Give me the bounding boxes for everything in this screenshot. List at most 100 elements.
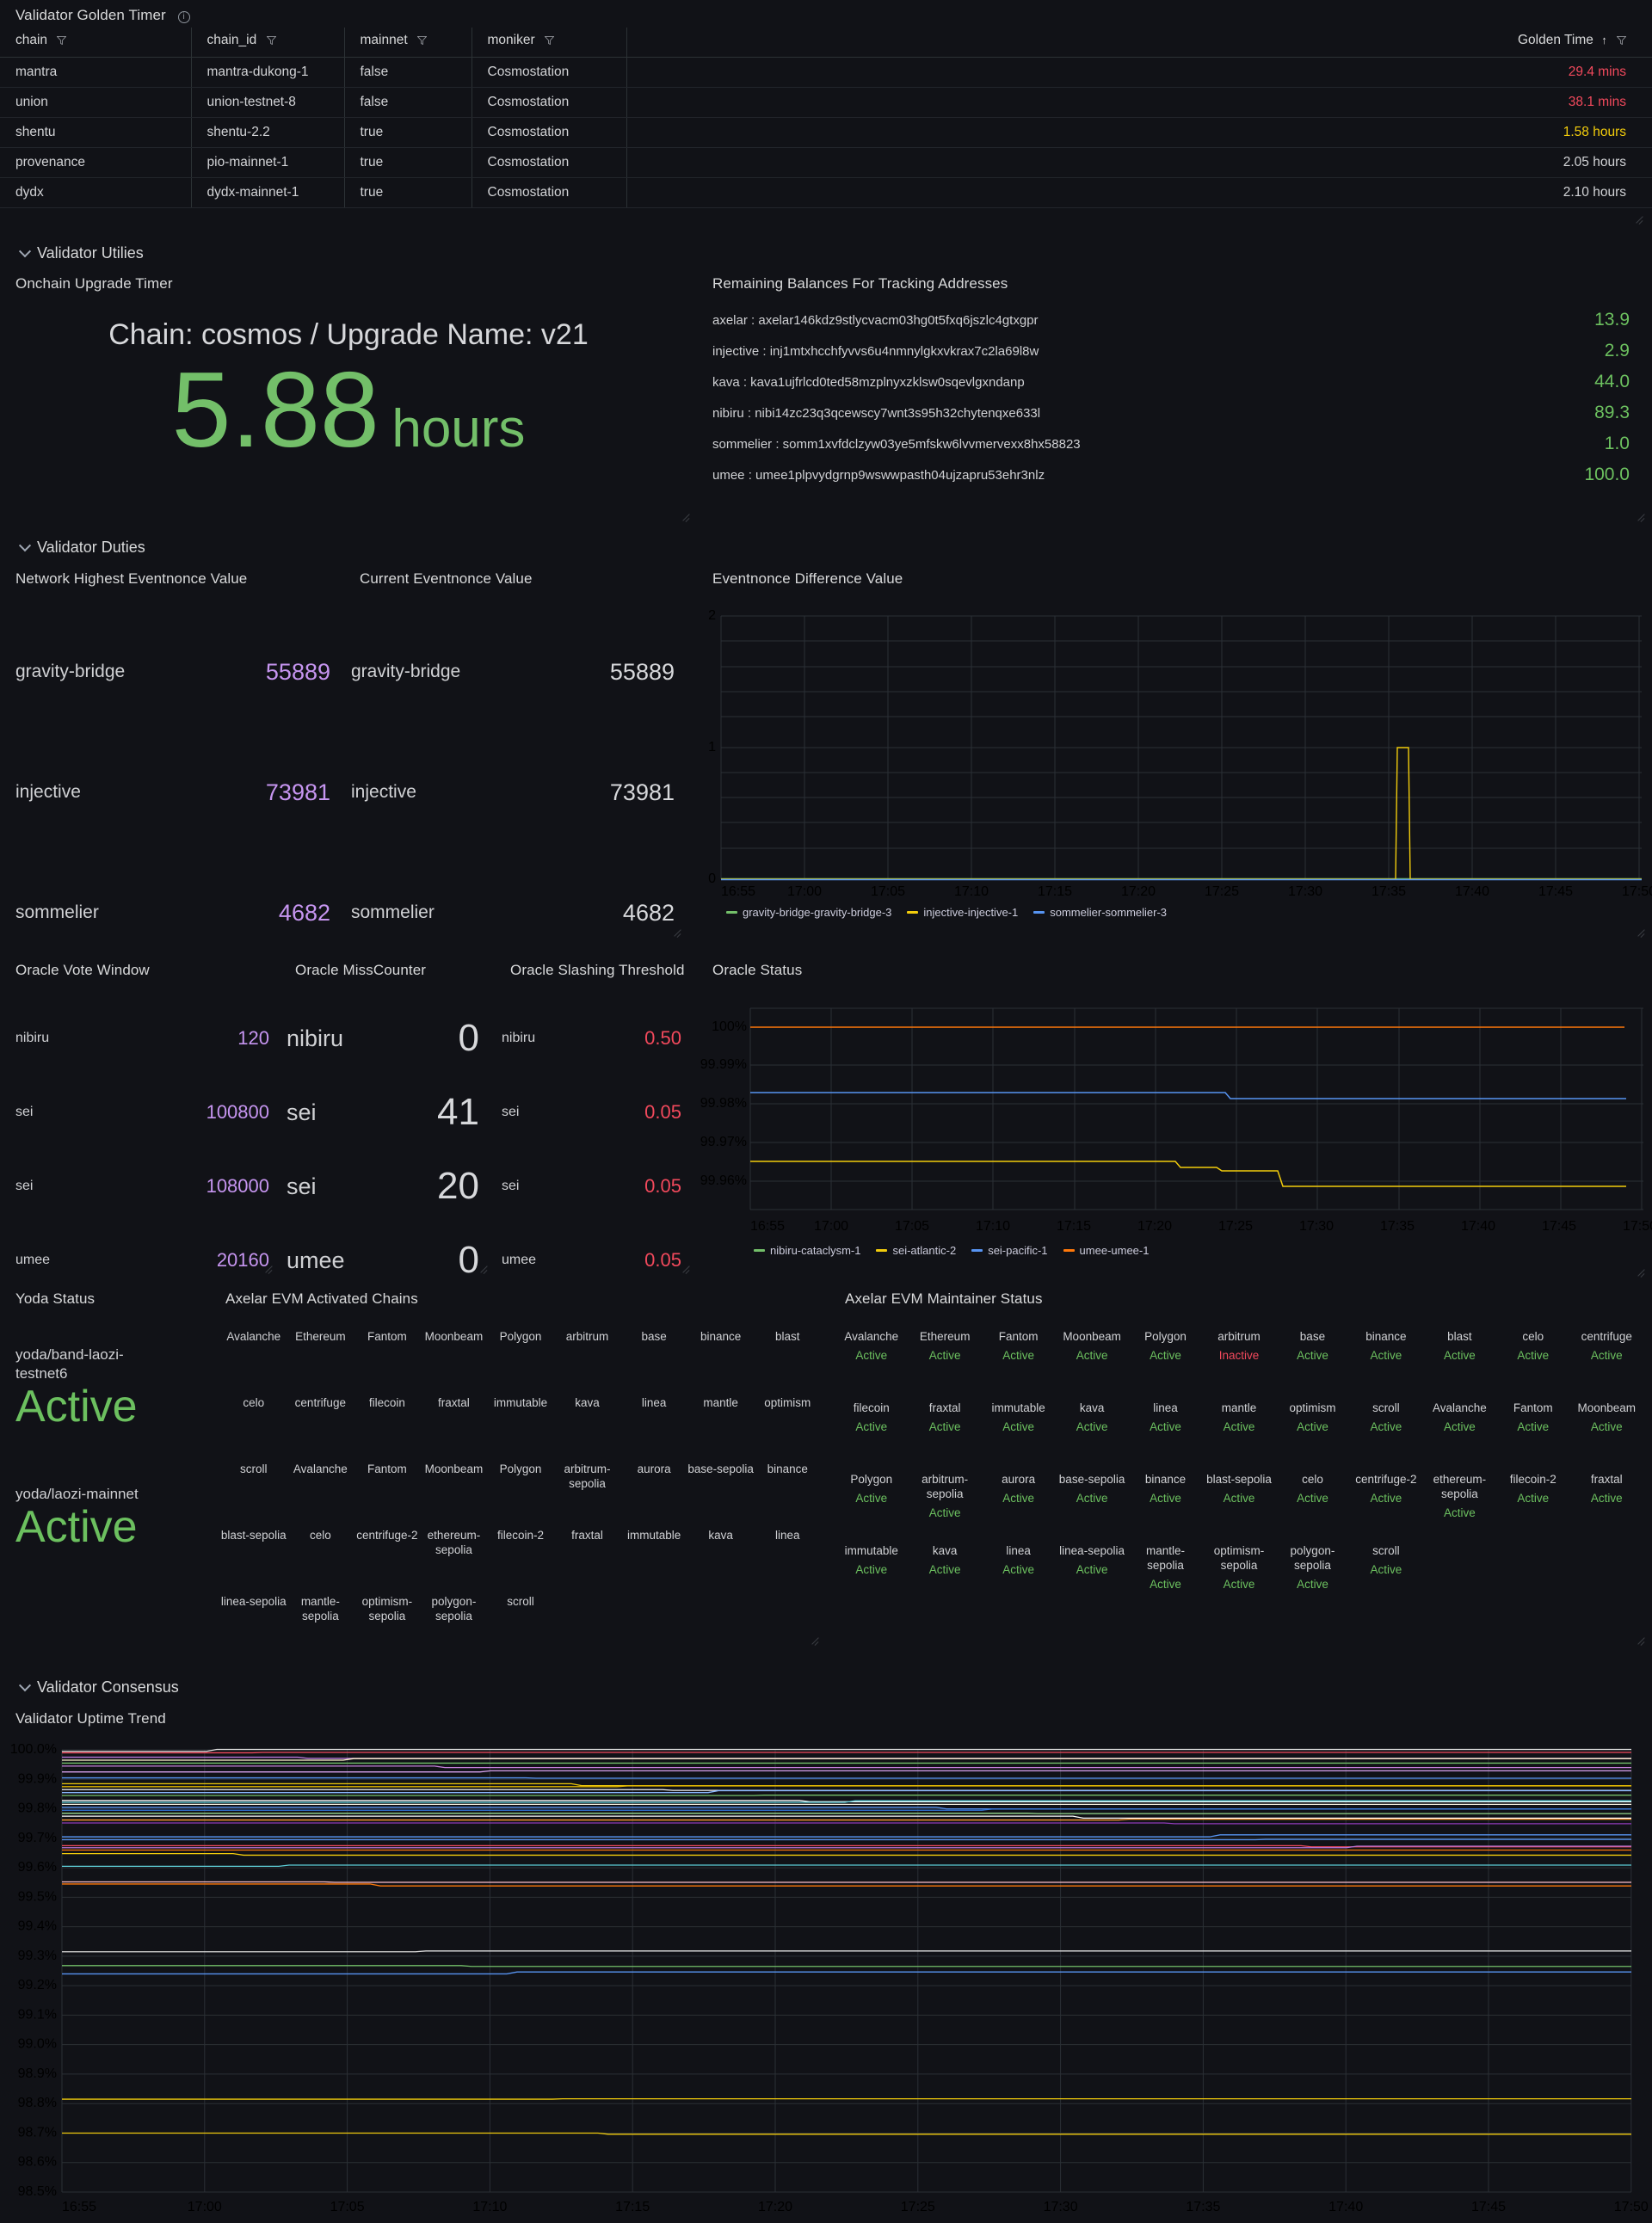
column-header-golden-time[interactable]: Golden Time ↑ <box>626 28 1652 58</box>
yoda-status-value: Active <box>15 1502 138 1553</box>
cell-chain: dydx <box>0 177 192 208</box>
panel-resize-handle[interactable] <box>1637 1266 1647 1277</box>
legend-item-sommelier[interactable]: sommelier-sommelier-3 <box>1033 906 1167 919</box>
cell-mainnet: false <box>344 87 472 118</box>
row-header-validator-duties[interactable]: Validator Duties <box>0 533 145 562</box>
panel-resize-handle[interactable] <box>673 927 683 937</box>
status-badge: Inactive <box>1218 1348 1260 1362</box>
panel-title-oracle-status: Oracle Status <box>712 962 803 978</box>
xtick-label: 17:35 <box>1186 2200 1220 2214</box>
info-circle-icon[interactable]: i <box>177 11 190 23</box>
panel-resize-handle[interactable] <box>1637 927 1647 937</box>
stat-value: 120 <box>237 1027 269 1049</box>
xtick-label: 16:55 <box>750 1219 785 1234</box>
chain-name: blast-sepolia <box>1206 1473 1272 1486</box>
legend-item-injective[interactable]: injective-injective-1 <box>907 906 1018 919</box>
activated-chain-cell: filecoin-2 <box>487 1529 554 1543</box>
ytick-9998: 99.98% <box>700 1096 747 1111</box>
table-row[interactable]: union union-testnet-8 false Cosmostation 38.… <box>0 87 1652 118</box>
stat-row: sei 0.05 <box>495 1075 697 1149</box>
chain-name: polygon-sepolia <box>1290 1544 1335 1572</box>
filter-icon[interactable] <box>266 36 276 45</box>
status-badge: Active <box>1590 1419 1623 1433</box>
activated-chain-cell: kava <box>554 1396 621 1411</box>
axelar-evm-activated-chains-panel: Axelar EVM Activated Chains Avalanche Eth… <box>215 1284 826 1653</box>
ytick-label: 100.0% <box>10 1742 57 1757</box>
panel-title-oracle-vote-window: Oracle Vote Window <box>15 962 150 978</box>
column-header-chain[interactable]: chain <box>0 28 192 58</box>
column-header-moniker[interactable]: moniker <box>472 28 627 58</box>
panel-resize-handle[interactable] <box>1637 1635 1647 1645</box>
stat-row: injective 73981 <box>0 732 344 853</box>
activated-chain-cell: binance <box>687 1330 755 1345</box>
table-row[interactable]: provenance pio-mainnet-1 true Cosmostation 2… <box>0 147 1652 178</box>
xtick-label: 17:20 <box>1137 1219 1172 1234</box>
panel-resize-handle[interactable] <box>681 1263 692 1273</box>
status-badge: Active <box>855 1491 888 1505</box>
golden-timer-title-text: Validator Golden Timer <box>15 7 166 23</box>
filter-icon[interactable] <box>57 36 67 45</box>
column-header-mainnet[interactable]: mainnet <box>344 28 472 58</box>
cell-chain-id: union-testnet-8 <box>191 87 345 118</box>
row-title-validator-duties: Validator Duties <box>37 539 145 556</box>
chain-name: scroll <box>507 1595 534 1608</box>
activated-chains-row: blast-sepolia celo centrifuge-2 ethereum-se… <box>215 1529 826 1595</box>
legend-item-gravity-bridge[interactable]: gravity-bridge-gravity-bridge-3 <box>726 906 891 919</box>
legend-item-sei-pacific-1[interactable]: sei-pacific-1 <box>971 1244 1048 1257</box>
legend-item-sei-atlantic-2[interactable]: sei-atlantic-2 <box>876 1244 956 1257</box>
panel-resize-handle[interactable] <box>264 1263 274 1273</box>
col-label-moniker: moniker <box>487 33 535 47</box>
maintainer-status-cell: Avalanche Active <box>835 1330 908 1364</box>
stat-label: gravity-bridge <box>351 662 461 681</box>
panel-resize-handle[interactable] <box>681 511 692 521</box>
filter-icon[interactable] <box>544 36 554 45</box>
validator-uptime-trend-chart[interactable]: 100.0% 99.9% 99.8% 99.7% 99.6% 99.5% 99.4% 99.3… <box>0 1731 1652 2221</box>
status-badge: Active <box>1076 1491 1108 1505</box>
cell-mainnet: false <box>344 57 472 88</box>
sort-ascending-icon[interactable]: ↑ <box>1601 34 1607 46</box>
uptime-series-line <box>62 1834 1631 1838</box>
status-badge: Active <box>1076 1562 1108 1576</box>
row-header-validator-utilies[interactable]: Validator Utilies <box>0 239 144 268</box>
chain-name: blast <box>774 1330 800 1343</box>
golden-timer-table: chain chain_id mainnet moniker Golden Ti… <box>0 28 1652 208</box>
chain-name: Moonbeam <box>424 1462 484 1475</box>
panel-resize-handle[interactable] <box>479 1263 490 1273</box>
status-badge: Active <box>928 1348 961 1362</box>
balance-value: 2.9 <box>1604 341 1630 360</box>
table-row[interactable]: mantra mantra-dukong-1 false Cosmostation 29… <box>0 57 1652 88</box>
panel-resize-handle[interactable] <box>1635 213 1645 224</box>
column-header-chain-id[interactable]: chain_id <box>191 28 345 58</box>
legend-item-nibiru-cataclysm-1[interactable]: nibiru-cataclysm-1 <box>754 1244 860 1257</box>
maintainer-status-cell: fraxtal Active <box>1570 1473 1643 1506</box>
chain-name: linea <box>641 1396 667 1409</box>
maintainer-status-row: immutable Active kava Active linea Active line… <box>826 1544 1652 1615</box>
row-header-validator-consensus[interactable]: Validator Consensus <box>0 1673 179 1702</box>
oracle-status-chart[interactable]: 100% 99.99% 99.98% 99.97% 99.96% 16:55 1… <box>697 982 1652 1241</box>
status-badge: Active <box>1150 1419 1181 1433</box>
stat-value: 0.05 <box>644 1249 681 1271</box>
panel-resize-handle[interactable] <box>1637 511 1647 521</box>
legend-label: sommelier-sommelier-3 <box>1050 906 1168 919</box>
stat-label: sommelier <box>15 902 99 922</box>
eventnonce-difference-chart[interactable]: 2 1 0 16:55 17:00 17:05 17:10 17:15 17:2… <box>697 591 1652 901</box>
maintainer-status-cell: linea Active <box>982 1544 1055 1578</box>
balance-value: 44.0 <box>1594 372 1630 391</box>
activated-chain-cell: Moonbeam <box>421 1462 488 1477</box>
table-row[interactable]: dydx dydx-mainnet-1 true Cosmostation 2.10 h… <box>0 177 1652 208</box>
table-row[interactable]: shentu shentu-2.2 true Cosmostation 1.58 hou… <box>0 117 1652 148</box>
ytick-label: 98.7% <box>18 2125 57 2140</box>
legend-item-umee-umee-1[interactable]: umee-umee-1 <box>1063 1244 1149 1257</box>
ytick-9997: 99.97% <box>700 1135 747 1149</box>
ytick-9999: 99.99% <box>700 1057 747 1072</box>
xtick-label: 17:05 <box>330 2200 365 2214</box>
chevron-down-icon <box>18 539 32 551</box>
maintainer-status-cell: Avalanche Active <box>1423 1401 1496 1435</box>
activated-chains-row: celo centrifuge filecoin fraxtal immutable ka… <box>215 1396 826 1462</box>
filter-icon[interactable] <box>1617 36 1626 45</box>
chain-name: scroll <box>1372 1401 1400 1414</box>
maintainer-status-cell: centrifuge-2 Active <box>1349 1473 1422 1506</box>
panel-resize-handle[interactable] <box>811 1635 821 1645</box>
chain-name: Avalanche <box>293 1462 348 1475</box>
filter-icon[interactable] <box>416 36 427 45</box>
